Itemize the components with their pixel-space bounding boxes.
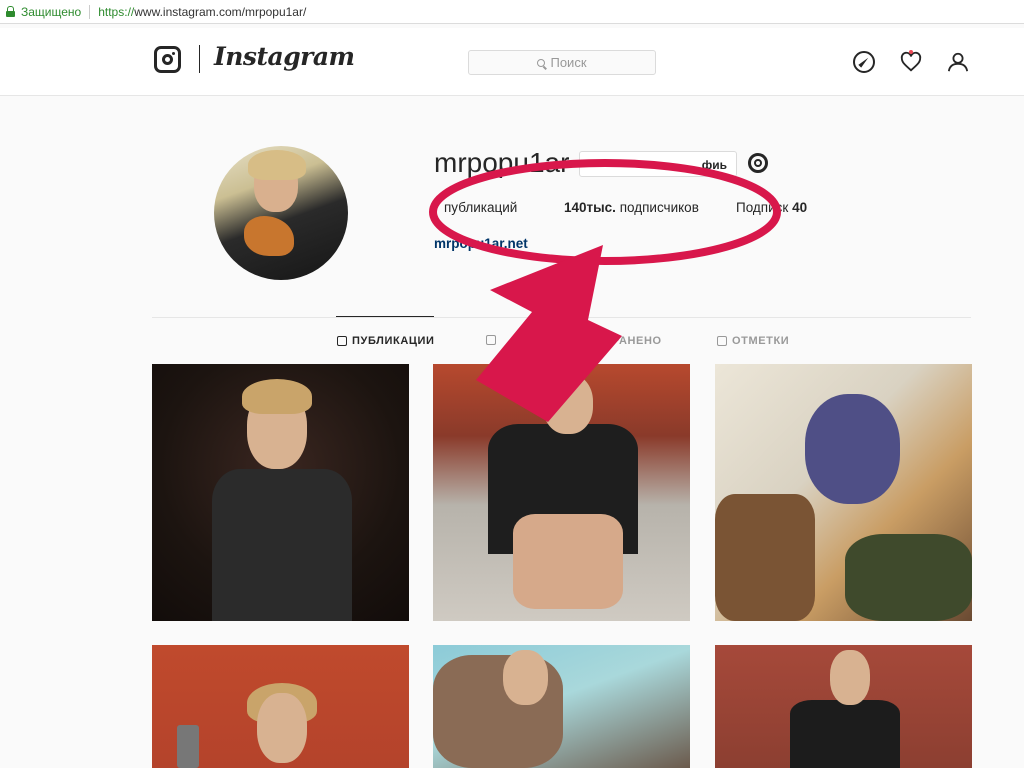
user-icon[interactable]	[947, 51, 969, 73]
heart-icon[interactable]	[900, 51, 922, 73]
following-count[interactable]: Подписк 40	[736, 200, 807, 215]
lock-icon	[6, 6, 15, 17]
profile-avatar[interactable]	[214, 146, 348, 280]
followers-number: 140тыс.	[564, 200, 616, 215]
post-figure-head	[257, 693, 307, 763]
post-figure-head	[830, 650, 870, 705]
post-figure	[212, 469, 352, 621]
address-divider	[89, 4, 91, 19]
grid-icon	[337, 336, 347, 346]
tagged-icon	[717, 336, 727, 346]
secure-label: Защищено	[21, 4, 82, 19]
following-label: Подписк	[736, 200, 789, 215]
avatar-hair	[248, 150, 306, 180]
avatar-fox	[244, 216, 294, 256]
tab-saved-label: РАНЕНО	[612, 335, 662, 347]
post-thumbnail[interactable]	[152, 364, 409, 621]
post-thumbnail[interactable]	[433, 645, 690, 768]
search-input[interactable]: Поиск	[468, 50, 656, 75]
browser-address-bar[interactable]: Защищено https://www.instagram.com/mrpop…	[0, 0, 1024, 24]
tab-tagged[interactable]: ОТМЕТКИ	[717, 335, 789, 347]
post-figure-head	[503, 650, 548, 705]
search-icon	[537, 58, 546, 67]
url-scheme: https://	[98, 4, 135, 19]
followers-label: подписчиков	[619, 200, 699, 215]
edit-profile-button[interactable]: фиь	[579, 151, 737, 177]
post-thumbnail[interactable]	[152, 645, 409, 768]
post-drawing	[805, 394, 900, 504]
post-figure-head	[543, 374, 593, 434]
tab-posts-label: ПУБЛИКАЦИИ	[352, 335, 435, 347]
tab-posts[interactable]: ПУБЛИКАЦИИ	[337, 335, 435, 347]
post-thumbnail[interactable]	[715, 364, 972, 621]
post-figure-hair	[242, 379, 312, 414]
post-figure	[790, 700, 900, 768]
search-placeholder: Поиск	[550, 55, 587, 70]
tabs-divider	[152, 317, 971, 318]
instagram-wordmark[interactable]: Instagram	[214, 42, 355, 71]
activity-notification-dot	[909, 50, 913, 54]
tab-tagged-label: ОТМЕТКИ	[732, 335, 790, 347]
logo-divider	[199, 45, 200, 73]
tab-igtv[interactable]	[486, 335, 501, 345]
url-path: www.instagram.com/mrpopu1ar/	[134, 4, 307, 19]
tab-saved[interactable]: РАНЕНО	[612, 335, 662, 347]
followers-count[interactable]: 140тыс. подписчиков	[564, 200, 699, 215]
post-thumbnail[interactable]	[433, 364, 690, 621]
post-arm	[715, 494, 815, 621]
post-figure-legs	[513, 514, 623, 609]
posts-label: публикаций	[444, 200, 518, 215]
profile-username: mrpopu1ar	[434, 147, 570, 178]
posts-count: публикаций	[444, 200, 517, 215]
following-number: 40	[792, 200, 808, 215]
post-leg	[845, 534, 972, 621]
post-object	[177, 725, 199, 768]
instagram-camera-icon[interactable]	[154, 46, 181, 73]
bio-website-link[interactable]: mrpopu1ar.net	[434, 236, 528, 251]
post-thumbnail[interactable]	[715, 645, 972, 768]
top-navigation: Instagram Поиск	[0, 28, 1024, 96]
gear-icon[interactable]	[748, 153, 768, 173]
compass-icon[interactable]	[853, 51, 875, 73]
igtv-icon	[486, 335, 496, 345]
active-tab-indicator	[336, 316, 434, 317]
